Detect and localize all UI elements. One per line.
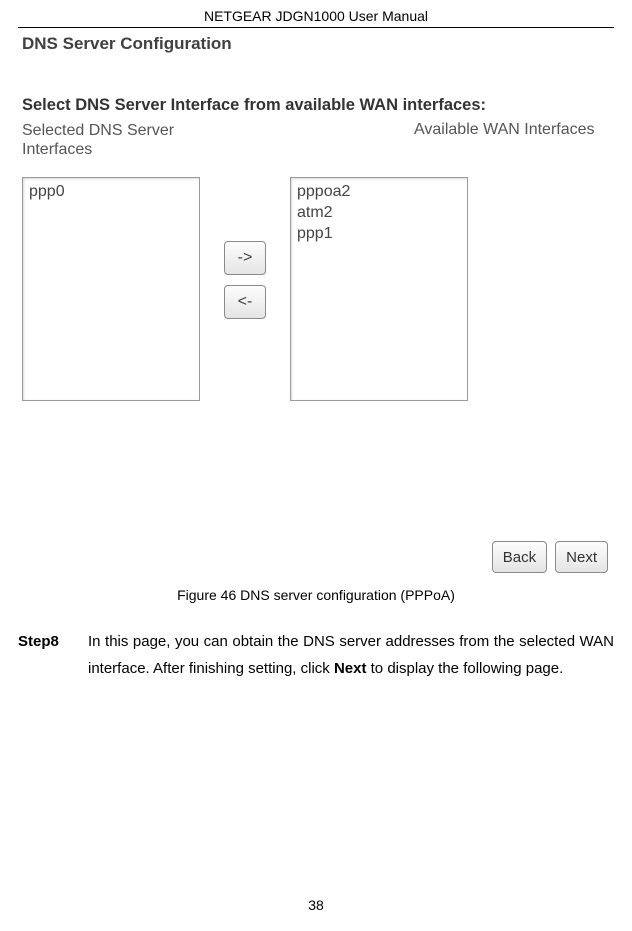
list-item[interactable]: ppp0 [29, 182, 193, 203]
dns-config-screenshot: DNS Server Configuration Select DNS Serv… [18, 28, 614, 573]
step-text-post: to display the following page. [366, 660, 563, 677]
figure-caption: Figure 46 DNS server configuration (PPPo… [18, 587, 614, 603]
page-header: NETGEAR JDGN1000 User Manual [18, 8, 614, 28]
move-left-button[interactable]: <- [224, 285, 266, 319]
selected-interfaces-label: Selected DNS Server Interfaces [22, 121, 222, 159]
next-button[interactable]: Next [555, 541, 608, 573]
available-interfaces-label: Available WAN Interfaces [414, 121, 614, 159]
step-instruction: Step8 In this page, you can obtain the D… [18, 629, 614, 682]
section-heading: DNS Server Configuration [22, 34, 614, 54]
step-text: In this page, you can obtain the DNS ser… [88, 629, 614, 682]
page-number: 38 [0, 897, 632, 913]
move-right-button[interactable]: -> [224, 241, 266, 275]
step-text-bold: Next [334, 660, 367, 677]
list-item[interactable]: ppp1 [297, 224, 461, 245]
list-item[interactable]: atm2 [297, 203, 461, 224]
available-interfaces-listbox[interactable]: pppoa2 atm2 ppp1 [290, 177, 468, 401]
step-label: Step8 [18, 629, 88, 682]
selected-interfaces-listbox[interactable]: ppp0 [22, 177, 200, 401]
list-item[interactable]: pppoa2 [297, 182, 461, 203]
prompt-text: Select DNS Server Interface from availab… [22, 96, 614, 115]
back-button[interactable]: Back [492, 541, 547, 573]
